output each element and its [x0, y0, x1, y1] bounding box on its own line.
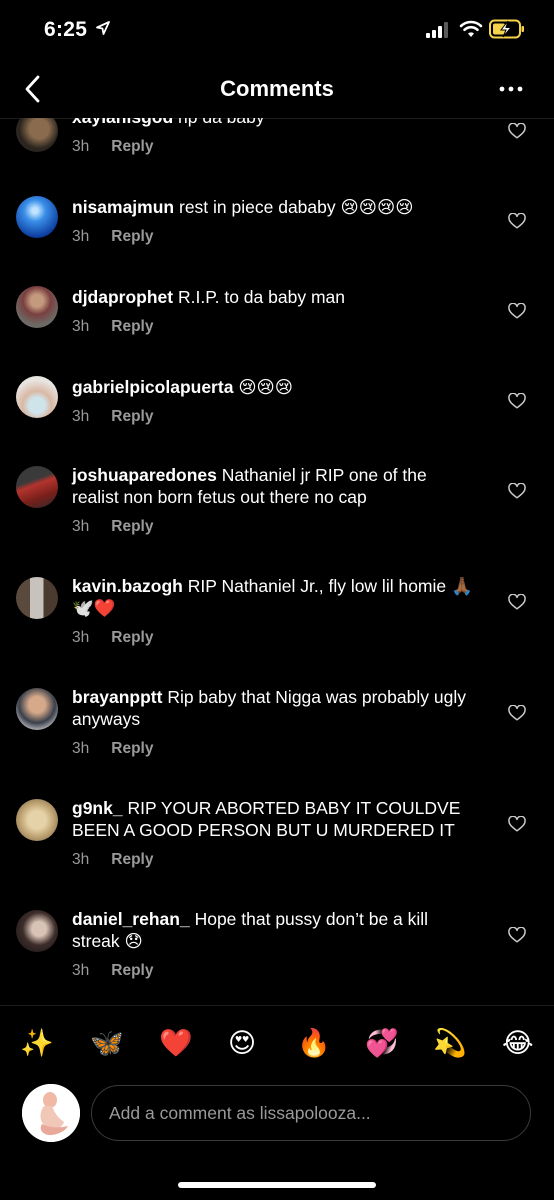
reply-button[interactable]: Reply [111, 138, 153, 155]
heart-outline-icon[interactable] [508, 705, 526, 721]
emoji-laughing-button[interactable]: 😂 [502, 1028, 534, 1058]
emoji-heart-button[interactable]: ❤️ [159, 1028, 193, 1058]
comment-input[interactable]: Add a comment as lissapolooza... [91, 1085, 531, 1141]
comment-time: 3h [72, 138, 90, 155]
comment-meta: 3h Reply [72, 962, 153, 980]
reply-button[interactable]: Reply [111, 629, 153, 646]
comment-username[interactable]: brayanpptt [72, 687, 162, 707]
emoji-dizzy-button[interactable]: 💫 [433, 1028, 467, 1058]
comment-item: djdaprophet R.I.P. to da baby man 3h Repl… [0, 270, 554, 360]
comment-text: 😢😢😢 [238, 377, 294, 397]
comment-username[interactable]: kavin.bazogh [72, 576, 183, 596]
comment-time: 3h [72, 228, 90, 245]
comments-header: Comments [0, 62, 554, 119]
reply-button[interactable]: Reply [111, 962, 153, 979]
comment-text: RIP YOUR ABORTED BABY IT COULDVE BEEN A … [72, 798, 461, 840]
heart-outline-icon[interactable] [508, 393, 526, 409]
avatar[interactable] [16, 799, 58, 841]
avatar[interactable] [16, 118, 58, 152]
comment-username[interactable]: gabrielpicolapuerta [72, 377, 233, 397]
heart-outline-icon[interactable] [508, 303, 526, 319]
comment-meta: 3h Reply [72, 629, 153, 647]
reply-button[interactable]: Reply [111, 740, 153, 757]
current-user-avatar [22, 1084, 80, 1142]
comment-meta: 3h Reply [72, 518, 153, 536]
ellipsis-icon[interactable] [498, 82, 524, 96]
comment-meta: 3h Reply [72, 851, 153, 869]
comment-list[interactable]: xaylanisgod rip da baby 3h Reply nisamajm… [0, 118, 554, 1006]
comment-meta: 3h Reply [72, 318, 153, 336]
location-arrow-icon [96, 21, 110, 35]
heart-outline-icon[interactable] [508, 927, 526, 943]
emoji-butterfly-button[interactable]: 🦋 [90, 1028, 124, 1058]
heart-outline-icon[interactable] [508, 213, 526, 229]
comment-time: 3h [72, 318, 90, 335]
comment-time: 3h [72, 962, 90, 979]
comment-time: 3h [72, 740, 90, 757]
page-title: Comments [220, 76, 334, 101]
avatar[interactable] [16, 466, 58, 508]
comment-item: daniel_rehan_ Hope that pussy don’t be a… [0, 894, 554, 1005]
battery-charging-icon [489, 19, 524, 39]
comment-text: rest in piece dababy 😢😢😢😢 [179, 197, 414, 217]
comment-input-placeholder: Add a comment as lissapolooza... [109, 1103, 371, 1123]
comment-item: kavin.bazogh RIP Nathaniel Jr., fly low … [0, 561, 554, 672]
comment-username[interactable]: daniel_rehan_ [72, 909, 190, 929]
comment-username[interactable]: joshuaparedones [72, 465, 217, 485]
avatar[interactable] [16, 577, 58, 619]
reply-button[interactable]: Reply [111, 518, 153, 535]
reply-button[interactable]: Reply [111, 408, 153, 425]
comment-item: joshuaparedones Nathaniel jr RIP one of … [0, 450, 554, 560]
heart-outline-icon[interactable] [508, 816, 526, 832]
wifi-icon [459, 20, 483, 37]
comment-meta: 3h Reply [72, 408, 153, 426]
emoji-fire-button[interactable]: 🔥 [297, 1028, 331, 1058]
comment-meta: 3h Reply [72, 228, 153, 246]
avatar[interactable] [16, 376, 58, 418]
comment-item: nisamajmun rest in piece dababy 😢😢😢😢 3h R… [0, 180, 554, 270]
status-bar: 6:25 [0, 0, 554, 60]
reply-button[interactable]: Reply [111, 318, 153, 335]
heart-outline-icon[interactable] [508, 594, 526, 610]
comment-text: R.I.P. to da baby man [177, 287, 345, 307]
comment-username[interactable]: djdaprophet [72, 287, 173, 307]
avatar[interactable] [16, 688, 58, 730]
comment-text: rip da baby [178, 118, 265, 127]
emoji-revolving-hearts-button[interactable]: 💞 [365, 1028, 399, 1058]
comment-item: brayanpptt Rip baby that Nigga was proba… [0, 672, 554, 783]
cellular-signal-icon [426, 22, 448, 38]
comment-meta: 3h Reply [72, 740, 153, 758]
avatar[interactable] [16, 196, 58, 238]
reply-button[interactable]: Reply [111, 228, 153, 245]
comment-time: 3h [72, 851, 90, 868]
comment-time: 3h [72, 629, 90, 646]
comment-username[interactable]: xaylanisgod [72, 118, 173, 127]
emoji-sparkles-button[interactable]: ✨ [20, 1028, 54, 1058]
comment-username[interactable]: g9nk_ [72, 798, 123, 818]
heart-outline-icon[interactable] [508, 483, 526, 499]
avatar[interactable] [16, 286, 58, 328]
comment-item: xaylanisgod rip da baby 3h Reply [0, 118, 554, 180]
comment-item: g9nk_ RIP YOUR ABORTED BABY IT COULDVE B… [0, 783, 554, 894]
emoji-heart-eyes-button[interactable]: 😍 [228, 1028, 256, 1058]
comment-username[interactable]: nisamajmun [72, 197, 174, 217]
comment-time: 3h [72, 408, 90, 425]
comment-item: gabrielpicolapuerta 😢😢😢 3h Reply [0, 360, 554, 450]
emoji-quick-bar: ✨ 🦋 ❤️ 😍 🔥 💞 💫 😂 [0, 1005, 554, 1086]
avatar-illustration [22, 1084, 80, 1142]
heart-outline-icon[interactable] [508, 123, 526, 139]
status-time: 6:25 [44, 18, 88, 41]
home-indicator[interactable] [178, 1182, 376, 1188]
reply-button[interactable]: Reply [111, 851, 153, 868]
avatar[interactable] [16, 910, 58, 952]
comment-time: 3h [72, 518, 90, 535]
comment-meta: 3h Reply [72, 138, 153, 156]
